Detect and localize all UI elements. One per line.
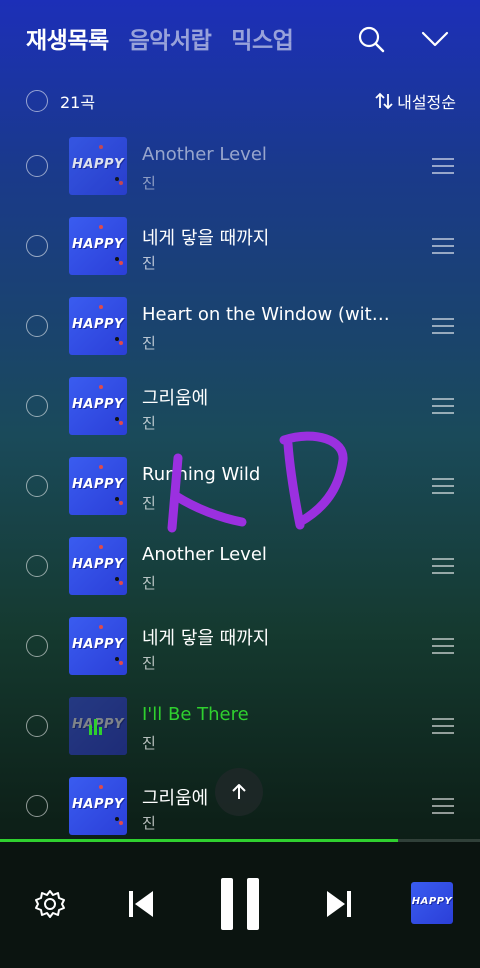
track-checkbox[interactable] [26,155,48,177]
track-checkbox[interactable] [26,395,48,417]
track-checkbox[interactable] [26,555,48,577]
track-checkbox[interactable] [26,715,48,737]
arrow-up-icon [232,784,246,799]
track-row[interactable]: HAPPY 네게 닿을 때까지 진 [0,206,480,286]
sort-button[interactable]: 내설정순 [375,88,456,114]
track-title: I'll Be There [142,704,249,725]
track-row[interactable]: HAPPY Another Level 진 [0,126,480,206]
previous-icon[interactable] [124,886,158,922]
tab-playlist[interactable]: 재생목록 [26,21,109,55]
drag-handle-icon[interactable] [432,158,454,174]
handwritten-annotation [167,431,348,533]
now-playing-album-thumb[interactable]: HAPPY [411,882,453,924]
album-art: HAPPY [69,217,127,275]
album-art: HAPPY [69,537,127,595]
track-artist: 진 [142,254,156,272]
track-artist: 진 [142,734,156,752]
track-title: Heart on the Window (with ... [142,304,400,325]
album-art: HAPPY [69,297,127,355]
track-artist: 진 [142,334,156,352]
scroll-to-top-button[interactable] [215,768,263,816]
album-art: HAPPY [69,697,127,755]
track-artist: 진 [142,654,156,672]
track-row[interactable]: HAPPY Heart on the Window (with ... 진 [0,286,480,366]
track-artist: 진 [142,174,156,192]
drag-handle-icon[interactable] [432,558,454,574]
track-checkbox[interactable] [26,235,48,257]
album-art: HAPPY [69,137,127,195]
sort-icon [375,92,393,110]
track-row-now-playing[interactable]: HAPPY I'll Be There 진 [0,686,480,766]
track-artist: 진 [142,574,156,592]
album-art: HAPPY [69,617,127,675]
drag-handle-icon[interactable] [432,318,454,334]
drag-handle-icon[interactable] [432,718,454,734]
sort-label: 내설정순 [397,93,456,112]
album-art: HAPPY [69,377,127,435]
track-title: Another Level [142,144,267,165]
track-title: 네게 닿을 때까지 [142,228,270,249]
next-icon[interactable] [322,886,356,922]
track-checkbox[interactable] [26,635,48,657]
track-checkbox[interactable] [26,315,48,337]
tab-mixup[interactable]: 믹스업 [231,21,293,55]
tab-music-drawer[interactable]: 음악서랍 [129,21,212,55]
track-title: 그리움에 [142,388,209,409]
drag-handle-icon[interactable] [432,638,454,654]
track-title: 그리움에 [142,788,209,809]
track-artist: 진 [142,814,156,832]
album-art: HAPPY [69,777,127,835]
drag-handle-icon[interactable] [432,478,454,494]
drag-handle-icon[interactable] [432,398,454,414]
drag-handle-icon[interactable] [432,798,454,814]
track-count: 21곡 [60,93,96,112]
settings-icon[interactable] [32,886,68,922]
player-bar: HAPPY [0,842,480,968]
equalizer-icon [89,717,107,735]
track-checkbox[interactable] [26,795,48,817]
track-title: 네게 닿을 때까지 [142,628,270,649]
chevron-down-icon[interactable] [420,24,450,54]
album-art: HAPPY [69,457,127,515]
search-icon[interactable] [356,24,386,54]
track-row[interactable]: HAPPY 네게 닿을 때까지 진 [0,606,480,686]
top-tabs: 재생목록 음악서랍 믹스업 [26,18,313,58]
drag-handle-icon[interactable] [432,238,454,254]
pause-icon[interactable] [218,876,262,932]
track-checkbox[interactable] [26,475,48,497]
list-header: 21곡 내설정순 [26,88,456,114]
select-all-checkbox[interactable] [26,90,48,112]
